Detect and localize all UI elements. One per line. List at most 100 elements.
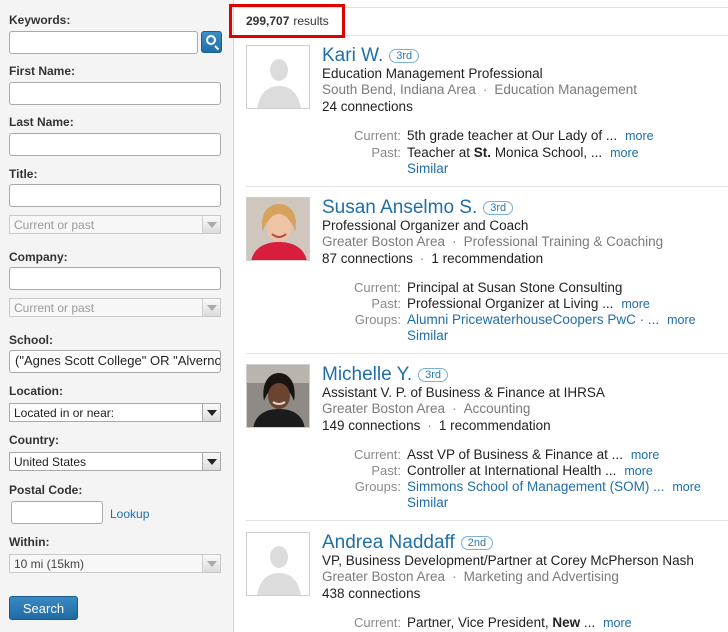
- first-name-input[interactable]: [9, 82, 221, 105]
- last-name-input[interactable]: [9, 133, 221, 156]
- groups-label: Groups:: [354, 312, 401, 327]
- search-button[interactable]: Search: [9, 596, 78, 620]
- first-name-label: First Name:: [9, 64, 76, 78]
- postal-code-label: Postal Code:: [9, 483, 83, 497]
- result-divider: [246, 353, 728, 354]
- result-divider: [246, 186, 728, 187]
- more-link[interactable]: more: [667, 313, 695, 327]
- connection-degree-badge: 2nd: [460, 536, 494, 550]
- search-result-card: Michelle Y. 3rd Assistant V. P. of Busin…: [246, 364, 728, 514]
- location-select-value: Located in or near:: [14, 406, 115, 420]
- company-label: Company:: [9, 250, 68, 264]
- person-silhouette-icon: [247, 533, 309, 595]
- result-location: Greater Boston Area · Marketing and Advert…: [322, 569, 619, 584]
- title-scope-value: Current or past: [14, 218, 95, 232]
- keywords-input[interactable]: [9, 31, 198, 54]
- result-recommendations: 1 recommendation: [438, 418, 551, 433]
- connection-degree-badge: 3rd: [389, 49, 420, 63]
- result-location: Greater Boston Area · Professional Trainin…: [322, 234, 664, 249]
- person-silhouette-icon: [247, 46, 309, 108]
- school-input[interactable]: ("Agnes Scott College" OR "Alverno Colle…: [9, 350, 221, 373]
- profile-photo-placeholder[interactable]: [246, 45, 310, 109]
- title-scope-select[interactable]: Current or past: [9, 215, 221, 234]
- current-position: Asst VP of Business & Finance at ... more: [407, 447, 660, 462]
- search-result-card: Andrea Naddaff 2nd VP, Business Developm…: [246, 532, 728, 632]
- result-headline: Assistant V. P. of Business & Finance at…: [322, 385, 605, 400]
- current-label: Current:: [354, 447, 401, 462]
- title-input[interactable]: [9, 184, 221, 207]
- chevron-down-icon: [202, 453, 220, 470]
- result-industry: Marketing and Advertising: [463, 569, 619, 584]
- result-location: South Bend, Indiana Area · Education Manag…: [322, 82, 637, 97]
- results-count: 299,707 results: [229, 4, 345, 38]
- location-select[interactable]: Located in or near:: [9, 403, 221, 422]
- keyword-search-button[interactable]: [201, 31, 222, 53]
- past-label: Past:: [371, 296, 401, 311]
- result-name[interactable]: Andrea Naddaff: [322, 532, 455, 554]
- past-position: Teacher at St. Monica School, ... more: [407, 145, 639, 160]
- country-label: Country:: [9, 433, 59, 447]
- similar-link[interactable]: Similar: [407, 495, 448, 510]
- more-link[interactable]: more: [631, 448, 659, 462]
- profile-photo-image: [247, 365, 309, 427]
- result-industry: Education Management: [494, 82, 637, 97]
- group-link[interactable]: Alumni PricewaterhouseCoopers PwC · ...: [407, 312, 659, 327]
- result-connections: 438 connections: [322, 586, 421, 601]
- profile-photo[interactable]: [246, 197, 310, 261]
- more-link[interactable]: more: [624, 464, 652, 478]
- result-headline: Professional Organizer and Coach: [322, 218, 529, 233]
- similar-link[interactable]: Similar: [407, 328, 448, 343]
- company-scope-select[interactable]: Current or past: [9, 298, 221, 317]
- current-label: Current:: [354, 280, 401, 295]
- result-name[interactable]: Kari W.: [322, 45, 383, 67]
- company-scope-value: Current or past: [14, 301, 95, 315]
- title-label: Title:: [9, 167, 38, 181]
- keywords-label: Keywords:: [9, 13, 71, 27]
- group-link[interactable]: Simmons School of Management (SOM) ...: [407, 479, 664, 494]
- within-select[interactable]: 10 mi (15km): [9, 554, 221, 573]
- result-connections: 87 connections · 1 recommendation: [322, 251, 544, 266]
- result-headline: Education Management Professional: [322, 66, 543, 81]
- groups-value: Simmons School of Management (SOM) ... mo…: [407, 479, 701, 494]
- country-select-value: United States: [14, 455, 87, 469]
- groups-value: Alumni PricewaterhouseCoopers PwC · ... m…: [407, 312, 696, 327]
- postal-lookup-link[interactable]: Lookup: [110, 507, 149, 521]
- current-position: Principal at Susan Stone Consulting: [407, 280, 623, 295]
- result-connections: 149 connections · 1 recommendation: [322, 418, 551, 433]
- school-label: School:: [9, 333, 53, 347]
- more-link[interactable]: more: [672, 480, 700, 494]
- result-name[interactable]: Michelle Y.: [322, 364, 412, 386]
- result-industry: Professional Training & Coaching: [463, 234, 664, 249]
- similar-link[interactable]: Similar: [407, 161, 448, 176]
- result-location: Greater Boston Area · Accounting: [322, 401, 531, 416]
- chevron-down-icon: [202, 299, 220, 316]
- connection-degree-badge: 3rd: [418, 368, 449, 382]
- current-position: 5th grade teacher at Our Lady of ... more: [407, 128, 654, 143]
- more-link[interactable]: more: [610, 146, 638, 160]
- result-connections: 24 connections: [322, 99, 413, 114]
- postal-code-input[interactable]: [11, 501, 103, 524]
- more-link[interactable]: more: [621, 297, 649, 311]
- location-label: Location:: [9, 384, 63, 398]
- chevron-down-icon: [202, 216, 220, 233]
- chevron-down-icon: [202, 555, 220, 572]
- result-recommendations: 1 recommendation: [431, 251, 544, 266]
- past-position: Professional Organizer at Living ... more: [407, 296, 650, 311]
- within-select-value: 10 mi (15km): [14, 557, 85, 571]
- last-name-label: Last Name:: [9, 115, 74, 129]
- more-link[interactable]: more: [603, 616, 631, 630]
- search-icon: [206, 35, 216, 45]
- profile-photo[interactable]: [246, 364, 310, 428]
- result-name[interactable]: Susan Anselmo S.: [322, 197, 477, 219]
- profile-photo-image: [247, 198, 309, 260]
- company-input[interactable]: [9, 267, 221, 290]
- search-result-card: Kari W. 3rd Education Management Profess…: [246, 45, 728, 185]
- current-label: Current:: [354, 128, 401, 143]
- more-link[interactable]: more: [625, 129, 653, 143]
- chevron-down-icon: [202, 404, 220, 421]
- past-label: Past:: [371, 145, 401, 160]
- country-select[interactable]: United States: [9, 452, 221, 471]
- past-label: Past:: [371, 463, 401, 478]
- results-count-number: 299,707: [246, 14, 290, 28]
- profile-photo-placeholder[interactable]: [246, 532, 310, 596]
